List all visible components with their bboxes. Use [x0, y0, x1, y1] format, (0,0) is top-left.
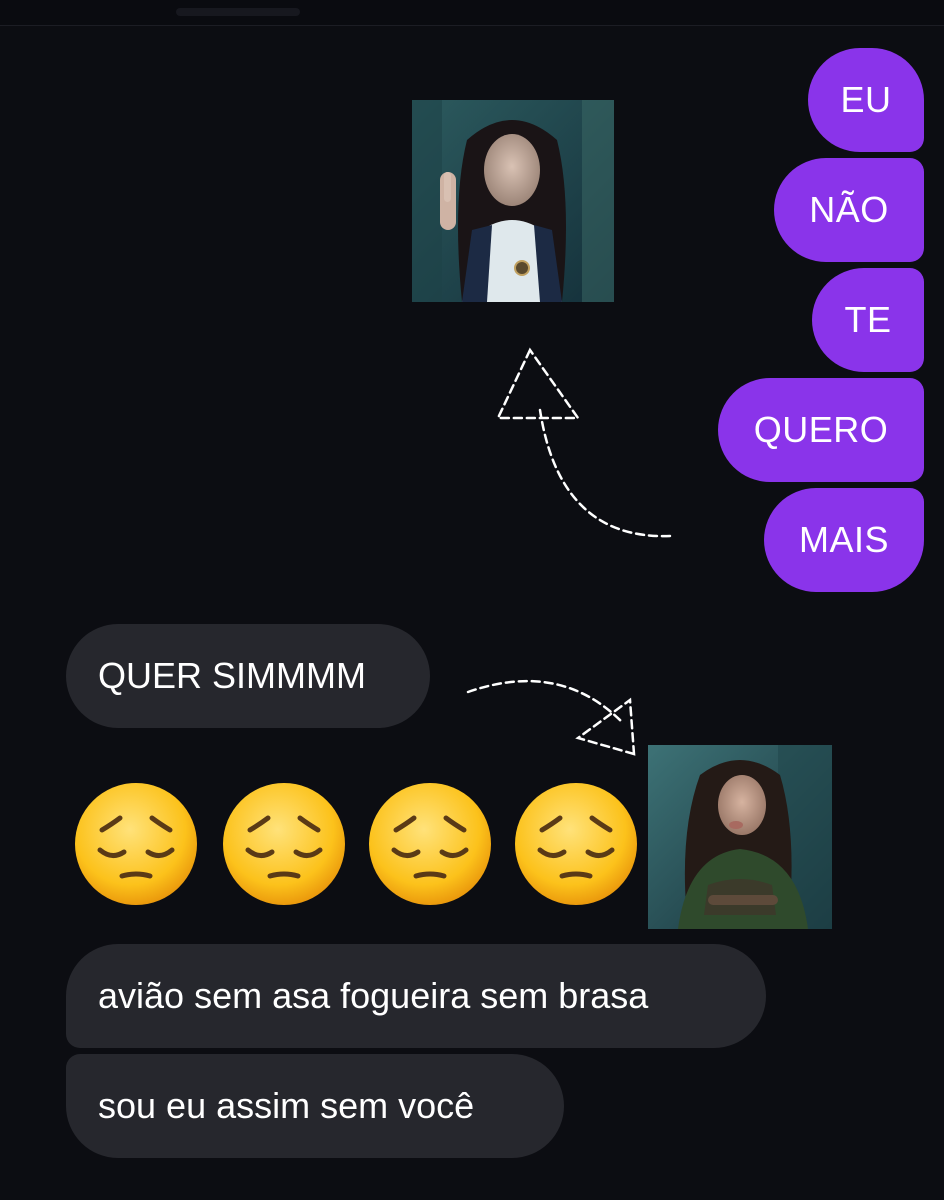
dashed-arrowhead-up: [496, 347, 581, 420]
message-text: sou eu assim sem você: [98, 1085, 475, 1126]
reaction-photo-woman-pouting[interactable]: [648, 745, 832, 929]
dashed-arrow-down-path: [466, 679, 624, 724]
emoji-message[interactable]: [72, 780, 652, 910]
incoming-message[interactable]: avião sem asa fogueira sem brasa: [66, 944, 766, 1048]
pensive-face-icon: [223, 783, 345, 905]
dashed-arrow-up-path: [538, 408, 672, 538]
incoming-message[interactable]: sou eu assim sem você: [66, 1054, 564, 1158]
pensive-face-icon: [369, 783, 491, 905]
pensive-face-icon: [75, 783, 197, 905]
message-text: QUER SIMMMM: [98, 655, 366, 696]
incoming-message[interactable]: QUER SIMMMM: [66, 624, 430, 728]
pensive-face-icon: [515, 783, 637, 905]
message-text: avião sem asa fogueira sem brasa: [98, 975, 649, 1016]
